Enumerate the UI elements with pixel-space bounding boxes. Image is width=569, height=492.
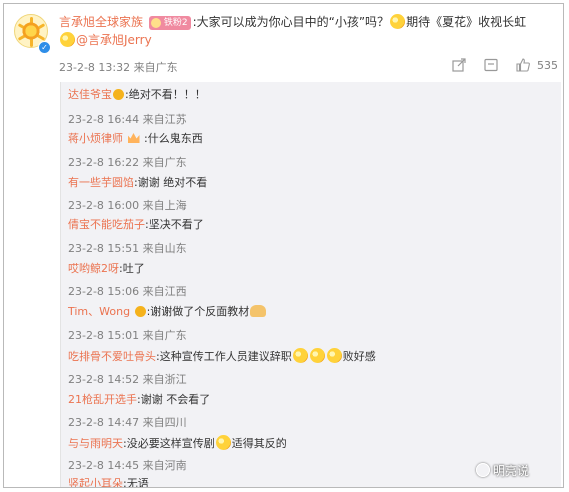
- reply-location: 来自江苏: [142, 113, 187, 126]
- reply-text-line: 哎哟鲸2呀:吐了: [68, 262, 145, 276]
- post-location: 来自广东: [133, 61, 178, 74]
- reply-text: :谢谢 绝对不看: [134, 176, 208, 189]
- like-count: 535: [537, 59, 558, 72]
- reply-username[interactable]: 哎哟鲸2呀: [68, 262, 119, 275]
- gold-badge-icon: [134, 306, 146, 317]
- reply-text: :谢谢 不会看了: [137, 393, 211, 406]
- reply-meta: 23-2-8 14:45 来自河南: [68, 457, 187, 473]
- reply-location: 来自四川: [142, 416, 187, 429]
- reply-meta: 23-2-8 15:01 来自广东: [68, 327, 187, 343]
- reply-time: 23-2-8 16:00: [68, 199, 140, 212]
- scared-emoji-icon: [292, 348, 308, 363]
- reply-meta: 23-2-8 14:52 来自浙江: [68, 371, 187, 387]
- gold-badge-icon: [113, 89, 124, 100]
- reply-text: :这种宣传工作人员建议辞职: [156, 350, 292, 363]
- reply-location: 来自浙江: [142, 373, 187, 386]
- reply-username[interactable]: 与与雨明天: [68, 437, 123, 450]
- reply-time: 23-2-8 16:22: [68, 156, 140, 169]
- share-icon[interactable]: [452, 58, 466, 72]
- post-text-2: 期待《夏花》收视长虹: [406, 15, 527, 29]
- verified-badge-icon: ✓: [38, 41, 51, 54]
- mention-link[interactable]: @言承旭Jerry: [76, 33, 152, 47]
- reply-time: 23-2-8 14:47: [68, 416, 140, 429]
- reply-text: :什么鬼东西: [144, 132, 203, 145]
- reply-time: 23-2-8 15:06: [68, 285, 140, 298]
- reply-location: 来自江西: [142, 285, 187, 298]
- watermark-text: 明亮说: [493, 464, 530, 478]
- reply-text-line: 吃排骨不爱吐骨头:这种宣传工作人员建议辞职 败好感: [68, 348, 376, 364]
- thumbs-up-icon[interactable]: [516, 58, 530, 72]
- reply-time: 23-2-8 15:01: [68, 329, 140, 342]
- reply-location: 来自山东: [142, 242, 187, 255]
- reply-text: :吐了: [119, 262, 145, 275]
- scared-emoji-icon: [309, 348, 325, 363]
- reply-username[interactable]: 竖起小耳朵: [68, 477, 123, 487]
- reply-username[interactable]: 21枪乱开选手: [68, 393, 137, 406]
- reply-list: 达佳爷宝 :绝对不看！！！ 23-2-8 16:44 来自江苏 蒋小烦律师 :什么…: [60, 82, 561, 488]
- reply-username[interactable]: 吃排骨不爱吐骨头: [68, 350, 156, 363]
- reply-time: 23-2-8 14:45: [68, 459, 140, 472]
- reply-text: :没必要这样宣传剧: [123, 437, 215, 450]
- post-text: :大家可以成为你心目中的“小孩”吗？: [192, 15, 390, 29]
- reply-meta: 23-2-8 14:47 来自四川: [68, 414, 187, 430]
- crown-icon: [127, 133, 140, 143]
- reply-text-line: Tim、Wong :谢谢做了个反面教材: [68, 305, 267, 319]
- reply-username[interactable]: 有一些芋圆馅: [68, 176, 134, 189]
- reply-meta: 23-2-8 16:22 来自广东: [68, 154, 187, 170]
- reply-text-line: 有一些芋圆馅:谢谢 绝对不看: [68, 176, 207, 190]
- reply-time: 23-2-8 16:44: [68, 113, 140, 126]
- post-time: 23-2-8 13:32: [59, 61, 131, 74]
- reply-location: 来自上海: [142, 199, 187, 212]
- reply-text-line: 达佳爷宝 :绝对不看！！！: [68, 88, 206, 102]
- post-author[interactable]: 言承旭全球家族: [59, 15, 143, 29]
- reply-meta: 23-2-8 15:06 来自江西: [68, 283, 187, 299]
- scared-emoji-icon: [326, 348, 342, 363]
- reply-text: :谢谢做了个反面教材: [146, 305, 250, 318]
- avatar-sun: [21, 21, 41, 41]
- reply-text: :绝对不看！！！: [125, 88, 206, 101]
- post-content: 言承旭全球家族 铁粉2:大家可以成为你心目中的“小孩”吗？ 期待《夏花》收视长虹 …: [59, 13, 559, 49]
- post-meta: 23-2-8 13:32 来自广东: [59, 59, 178, 75]
- reply-text-line: 21枪乱开选手:谢谢 不会看了: [68, 393, 210, 407]
- reply-location: 来自广东: [142, 156, 187, 169]
- fan-badge[interactable]: 铁粉2: [148, 16, 191, 30]
- reply-text-line: 倩宝不能吃茄子:坚决不看了: [68, 218, 204, 232]
- watermark: 明亮说: [476, 462, 529, 479]
- reply-text: :无语: [123, 477, 149, 488]
- reply-username[interactable]: Tim、Wong: [68, 305, 130, 318]
- comment-icon[interactable]: [484, 58, 498, 72]
- emoji-icon: [60, 32, 75, 47]
- emoji-icon: [390, 14, 406, 29]
- reply-location: 来自河南: [142, 459, 187, 472]
- reply-username[interactable]: 蒋小烦律师: [68, 132, 123, 145]
- reply-location: 来自广东: [142, 329, 187, 342]
- reply-username[interactable]: 达佳爷宝: [68, 88, 112, 101]
- reply-text-2: 适得其反的: [231, 437, 287, 450]
- watermark-logo-icon: [476, 463, 490, 477]
- reply-meta: 23-2-8 16:00 来自上海: [68, 197, 187, 213]
- reply-text-2: 败好感: [342, 350, 376, 363]
- weibo-comment-card: ✓ 言承旭全球家族 铁粉2:大家可以成为你心目中的“小孩”吗？ 期待《夏花》收视长…: [3, 3, 564, 488]
- reply-meta: 23-2-8 16:44 来自江苏: [68, 111, 187, 127]
- reply-text: :坚决不看了: [145, 218, 204, 231]
- reply-text-line: 竖起小耳朵:无语: [68, 477, 149, 488]
- reply-time: 23-2-8 14:52: [68, 373, 140, 386]
- reply-text-line: 与与雨明天:没必要这样宣传剧 适得其反的: [68, 435, 287, 451]
- reply-time: 23-2-8 15:51: [68, 242, 140, 255]
- clap-emoji-icon: [250, 305, 267, 317]
- reply-text-line: 蒋小烦律师 :什么鬼东西: [68, 132, 203, 146]
- reply-username[interactable]: 倩宝不能吃茄子: [68, 218, 145, 231]
- reply-meta: 23-2-8 15:51 来自山东: [68, 240, 187, 256]
- laughing-emoji-icon: [215, 435, 231, 450]
